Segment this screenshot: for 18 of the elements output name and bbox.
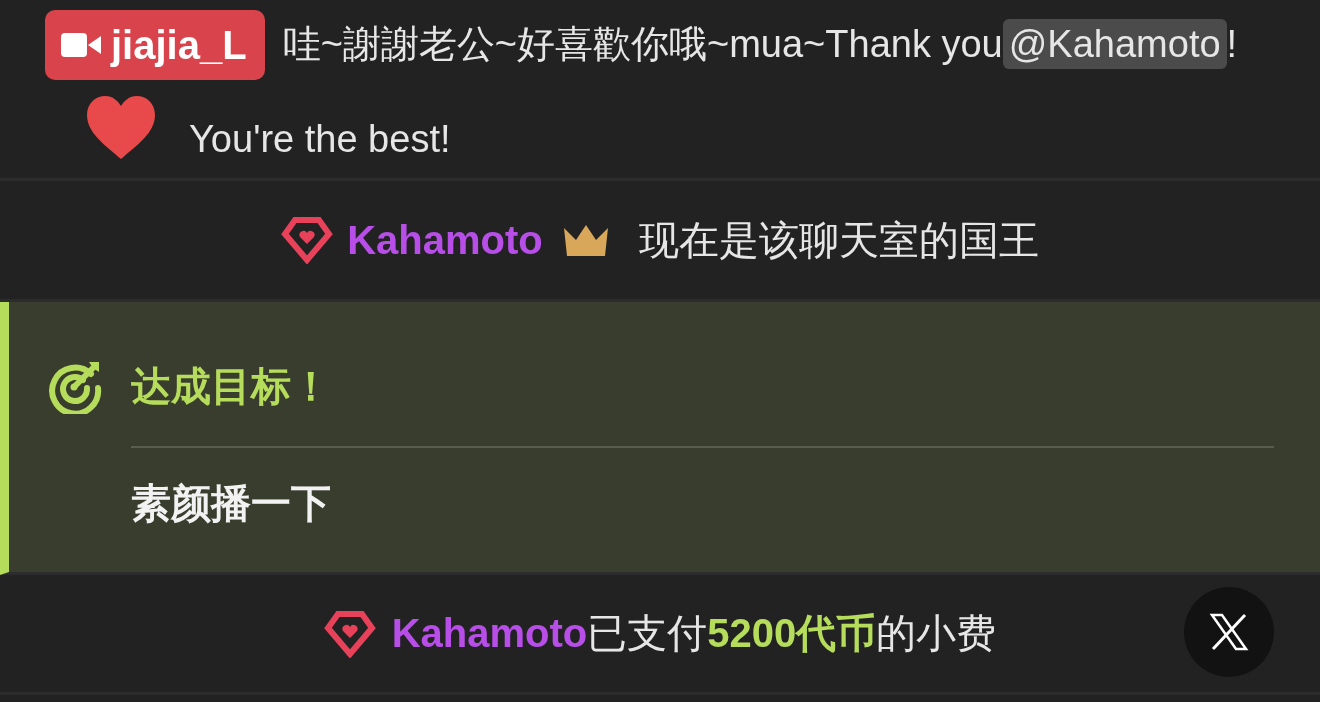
username[interactable]: Kahamoto (391, 611, 588, 656)
cross-icon (1209, 613, 1249, 651)
notice-text: 的小费 (876, 610, 997, 657)
video-camera-icon (61, 31, 101, 58)
token-amount: 5200代币 (707, 610, 877, 657)
heart-icon (85, 95, 157, 162)
goal-description: 素颜播一下 (131, 446, 1274, 531)
goal-title: 达成目标！ (131, 362, 331, 410)
mention-link[interactable]: @Kahamoto (1002, 19, 1227, 70)
notice-text: 已支付 (587, 610, 708, 657)
message-text: You're the best! (189, 118, 451, 161)
message-text: 哇~謝謝老公~好喜歡你哦~mua~Thank you (282, 23, 1003, 66)
username[interactable]: Kahamoto (347, 217, 543, 263)
notice-text: 现在是该聊天室的国王 (638, 216, 1039, 264)
diamond-heart-icon (323, 609, 376, 658)
diamond-heart-icon (281, 216, 334, 264)
message-text: ! (1226, 23, 1238, 66)
username-badge[interactable]: jiajia_L (45, 9, 265, 80)
